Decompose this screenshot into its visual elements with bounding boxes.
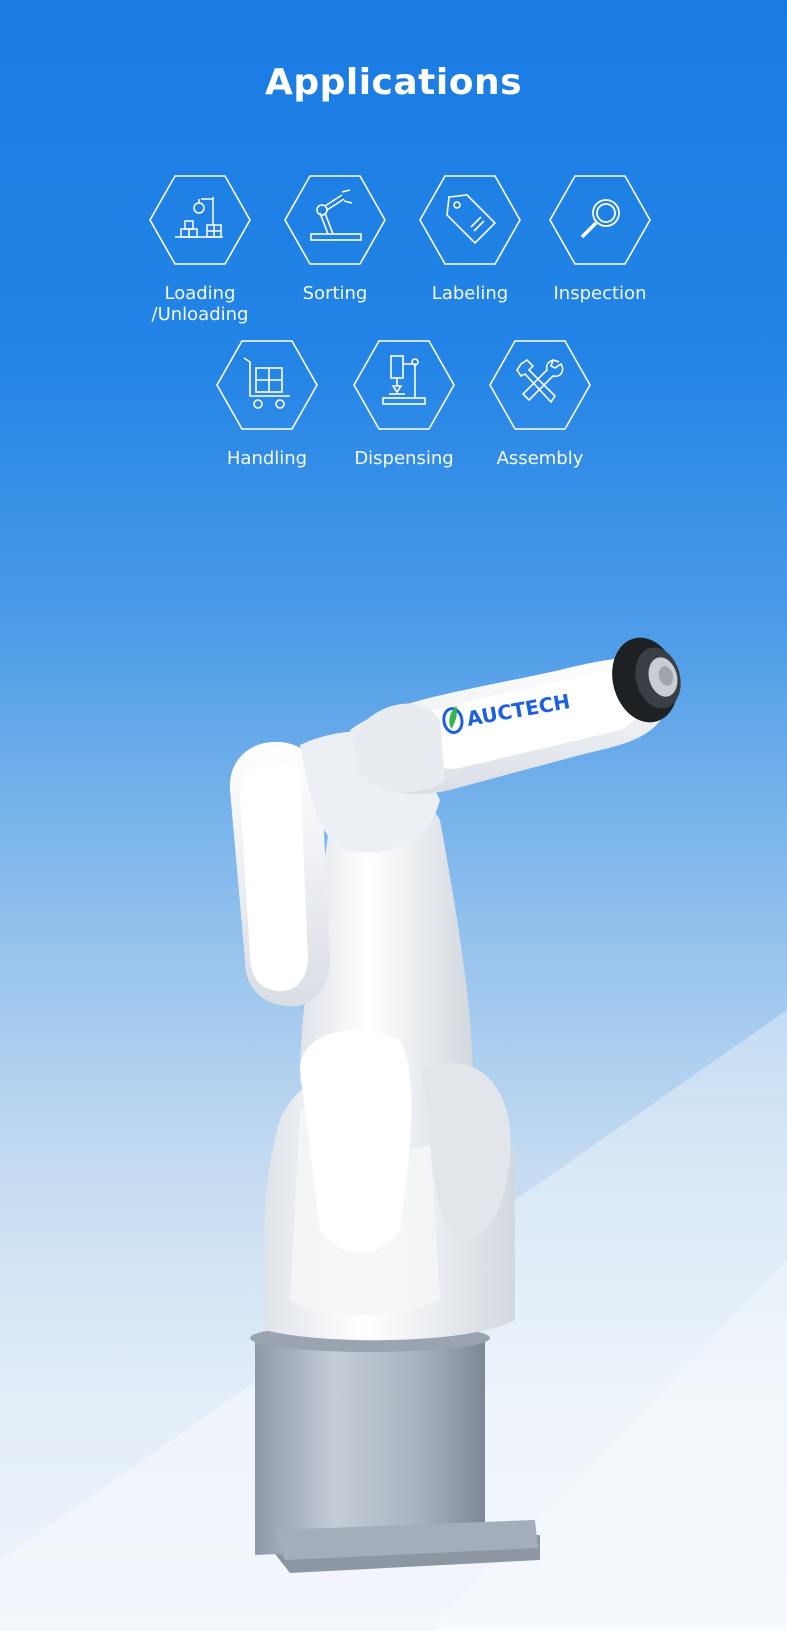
applications-section: Applications Loading /Unloading Sorting … [0, 0, 787, 1631]
robot-upper-arm [300, 790, 511, 1253]
robot-arm-illustration: AUCTECH [229, 637, 681, 1573]
robot-base [250, 1324, 540, 1573]
